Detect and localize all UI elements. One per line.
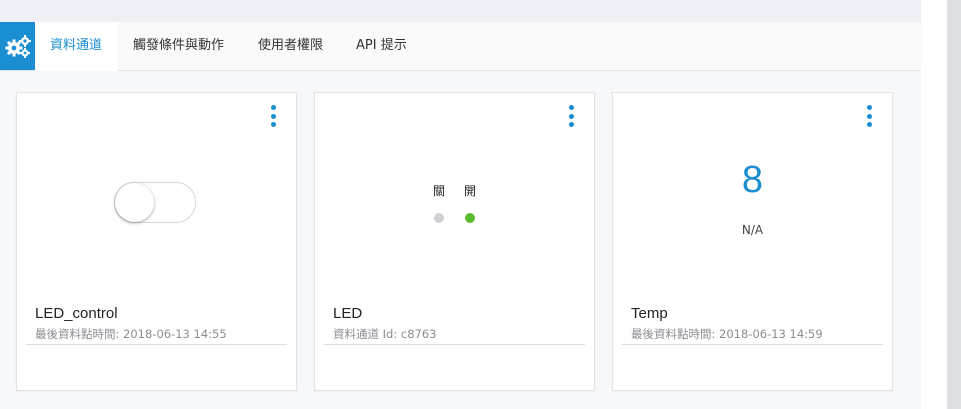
card-title: LED xyxy=(333,305,363,322)
card-subtitle: 資料通道 Id: c8763 xyxy=(333,327,437,341)
page-scroll-gutter xyxy=(921,0,947,409)
tab-bar: 資料通道 觸發條件與動作 使用者權限 API 提示 xyxy=(0,22,921,71)
card-subtitle: 最後資料點時間: 2018-06-13 14:55 xyxy=(35,327,227,341)
card-title: Temp xyxy=(631,305,668,322)
tab-user-permissions[interactable]: 使用者權限 xyxy=(258,22,323,70)
more-options-icon[interactable] xyxy=(566,105,576,127)
card-subtitle: 最後資料點時間: 2018-06-13 14:59 xyxy=(631,327,823,341)
more-options-icon[interactable] xyxy=(268,105,278,127)
led-off-label: 關 xyxy=(433,184,446,198)
led-off-indicator xyxy=(434,213,444,223)
temp-unit: N/A xyxy=(741,223,764,237)
card-divider xyxy=(26,344,287,345)
gears-icon[interactable] xyxy=(0,22,35,70)
led-on-label: 開 xyxy=(464,184,477,198)
channel-card-led-control: LED_control 最後資料點時間: 2018-06-13 14:55 xyxy=(16,92,297,391)
switch-knob xyxy=(115,183,154,222)
channel-card-led: 關 開 LED 資料通道 Id: c8763 xyxy=(314,92,595,391)
card-divider xyxy=(324,344,585,345)
more-options-icon[interactable] xyxy=(864,105,874,127)
card-title: LED_control xyxy=(35,305,118,322)
tab-triggers-actions[interactable]: 觸發條件與動作 xyxy=(133,22,224,70)
tab-data-channels[interactable]: 資料通道 xyxy=(35,22,117,71)
channel-card-temp: 8 N/A Temp 最後資料點時間: 2018-06-13 14:59 xyxy=(612,92,893,391)
temp-value: 8 xyxy=(741,159,764,201)
card-divider xyxy=(622,344,883,345)
led-on-indicator xyxy=(465,213,475,223)
tab-api-hints[interactable]: API 提示 xyxy=(356,22,407,70)
page-scrollbar[interactable] xyxy=(947,0,961,409)
led-control-switch[interactable] xyxy=(114,182,196,223)
